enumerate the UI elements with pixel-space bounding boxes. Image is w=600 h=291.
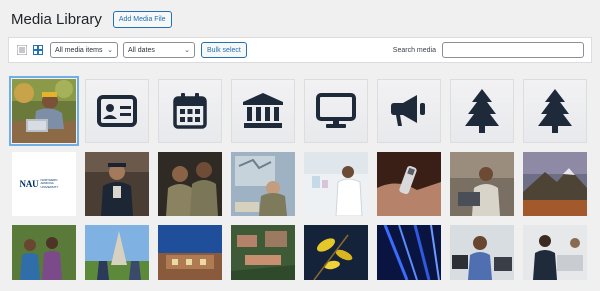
id-card-icon <box>97 95 137 127</box>
calendar-icon <box>173 93 207 129</box>
photo-students-group <box>12 225 76 280</box>
media-item-calendar[interactable] <box>158 79 222 143</box>
media-grid: NAU NORTHERN ARIZONA UNIVERSITY <box>9 76 587 280</box>
photo-person-laptop <box>12 79 76 143</box>
add-media-file-button[interactable]: Add Media File <box>112 10 172 28</box>
media-item-photo-student-map[interactable] <box>231 152 295 216</box>
page-header: Media Library Add Media File <box>11 9 172 29</box>
pine-tree-icon <box>538 89 572 133</box>
photo-student-map <box>231 152 295 216</box>
media-item-photo-mountain[interactable] <box>523 152 587 216</box>
media-item-photo-teepee[interactable] <box>85 225 149 280</box>
media-item-pine-tree[interactable] <box>450 79 514 143</box>
date-select-value: All dates <box>128 46 155 54</box>
photo-student-computer <box>450 225 514 280</box>
nau-logo-subtext: NORTHERN ARIZONA UNIVERSITY <box>40 178 59 189</box>
photo-lab <box>304 152 368 216</box>
page-title: Media Library <box>11 10 102 28</box>
pine-tree-icon <box>465 89 499 133</box>
date-select[interactable]: All dates ⌄ <box>123 42 195 58</box>
media-item-id-card[interactable] <box>85 79 149 143</box>
media-item-nau-logo[interactable]: NAU NORTHERN ARIZONA UNIVERSITY <box>12 152 76 216</box>
bank-icon <box>243 93 283 128</box>
photo-soldiers <box>158 152 222 216</box>
megaphone-icon <box>391 95 425 126</box>
media-item-photo-leaves[interactable] <box>304 225 368 280</box>
media-item-megaphone[interactable] <box>377 79 441 143</box>
media-item-monitor[interactable] <box>304 79 368 143</box>
photo-campus-aerial <box>231 225 295 280</box>
photo-teepee <box>85 225 149 280</box>
photo-building <box>158 225 222 280</box>
nau-logo: NAU NORTHERN ARIZONA UNIVERSITY <box>12 152 76 216</box>
media-type-select[interactable]: All media items ⌄ <box>50 42 118 58</box>
media-item-photo-vial[interactable] <box>377 152 441 216</box>
media-item-photo-building[interactable] <box>158 225 222 280</box>
media-toolbar: All media items ⌄ All dates ⌄ Bulk selec… <box>8 37 592 63</box>
monitor-icon <box>316 93 356 128</box>
search-input[interactable] <box>442 42 584 58</box>
bulk-select-button[interactable]: Bulk select <box>201 42 247 58</box>
photo-mountain <box>523 152 587 216</box>
photo-vial <box>377 152 441 216</box>
list-view-icon[interactable] <box>16 45 27 56</box>
media-item-pine-tree-2[interactable] <box>523 79 587 143</box>
media-item-photo-server-lights[interactable] <box>377 225 441 280</box>
chevron-down-icon: ⌄ <box>184 47 190 54</box>
media-item-photo-campus-aerial[interactable] <box>231 225 295 280</box>
media-item-photo-students-study[interactable] <box>523 225 587 280</box>
chevron-down-icon: ⌄ <box>107 47 113 54</box>
media-item-photo-cadet[interactable] <box>85 152 149 216</box>
photo-students-study <box>523 225 587 280</box>
search-media-label: Search media <box>392 46 436 54</box>
media-type-select-value: All media items <box>55 46 103 54</box>
media-item-photo-students-group[interactable] <box>12 225 76 280</box>
photo-leaves <box>304 225 368 280</box>
photo-student-laptop <box>450 152 514 216</box>
media-item-photo-student-computer[interactable] <box>450 225 514 280</box>
photo-cadet <box>85 152 149 216</box>
nau-logo-text: NAU <box>19 179 39 189</box>
media-item-photo-lab[interactable] <box>304 152 368 216</box>
media-item-photo-student-laptop[interactable] <box>450 152 514 216</box>
photo-server-lights <box>377 225 441 280</box>
media-item-bank[interactable] <box>231 79 295 143</box>
grid-view-icon[interactable] <box>32 45 43 56</box>
media-item-photo-person-laptop[interactable] <box>9 76 79 146</box>
media-item-photo-soldiers[interactable] <box>158 152 222 216</box>
